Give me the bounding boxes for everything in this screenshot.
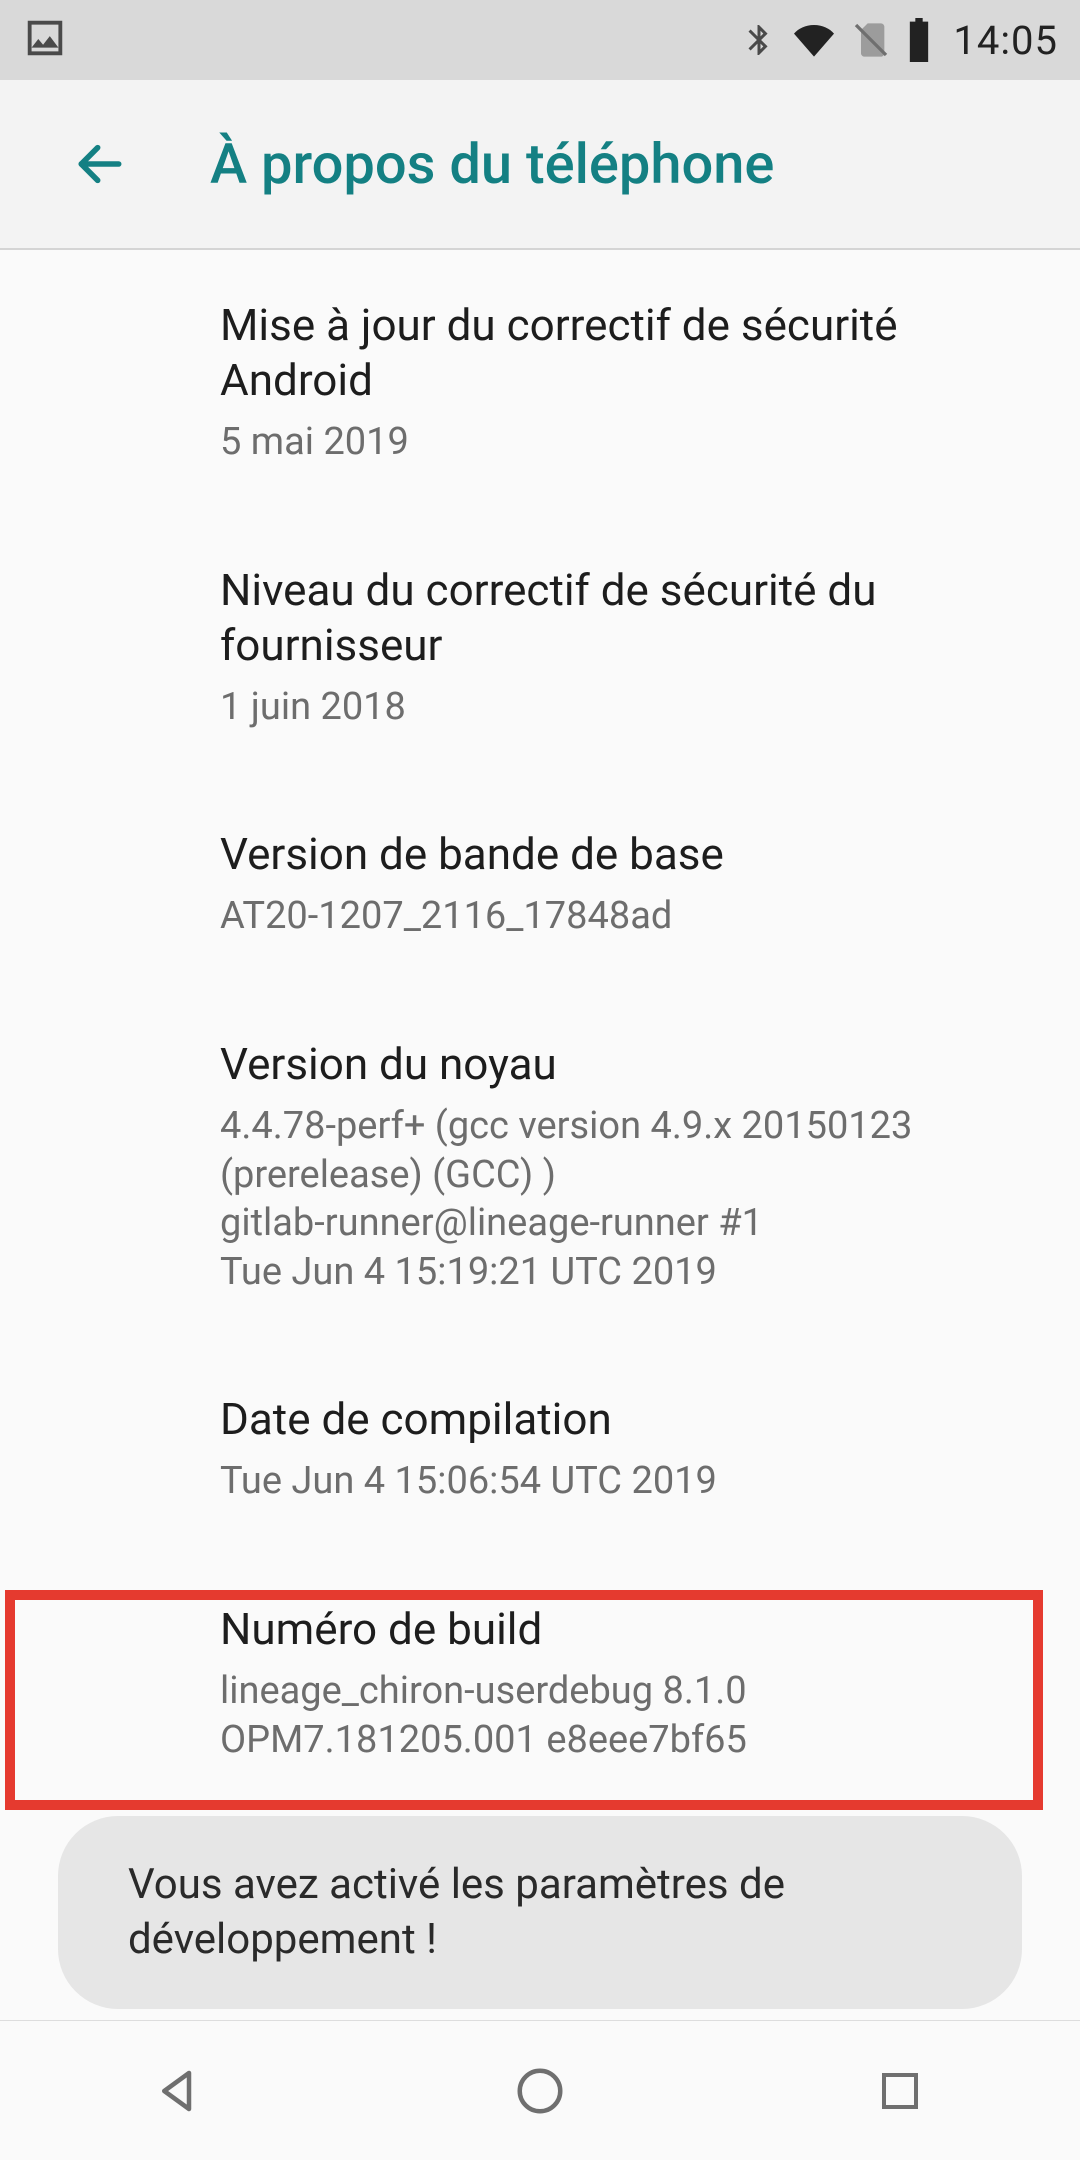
item-kernel-version[interactable]: Version du noyau 4.4.78-perf+ (gcc versi… (220, 989, 1040, 1345)
item-subtitle: Tue Jun 4 15:06:54 UTC 2019 (220, 1457, 1040, 1506)
nav-home-button[interactable] (440, 2041, 640, 2141)
item-title: Version de bande de base (220, 827, 1040, 882)
item-title: Version du noyau (220, 1037, 1040, 1092)
clock-text: 14:05 (953, 17, 1058, 64)
image-icon (22, 15, 68, 65)
bluetooth-icon (741, 19, 777, 61)
toast-message: Vous avez activé les paramètres de dével… (58, 1816, 1022, 2009)
item-title: Numéro de build (220, 1602, 1040, 1657)
item-baseband-version[interactable]: Version de bande de base AT20-1207_2116_… (220, 779, 1040, 989)
battery-icon (905, 18, 933, 62)
item-build-number[interactable]: Numéro de build lineage_chiron-userdebug… (220, 1554, 1040, 1812)
item-title: Mise à jour du correctif de sécurité And… (220, 298, 1040, 408)
item-build-date[interactable]: Date de compilation Tue Jun 4 15:06:54 U… (220, 1344, 1040, 1554)
no-sim-icon (851, 18, 891, 62)
wifi-icon (791, 20, 837, 60)
item-subtitle: 4.4.78-perf+ (gcc version 4.9.x 20150123… (220, 1102, 1040, 1297)
settings-list: Mise à jour du correctif de sécurité And… (0, 250, 1080, 2004)
item-title: Date de compilation (220, 1392, 1040, 1447)
toast-text: Vous avez activé les paramètres de dével… (128, 1860, 785, 1964)
item-subtitle: 5 mai 2019 (220, 418, 1040, 467)
back-button[interactable] (60, 124, 140, 204)
app-header: À propos du téléphone (0, 80, 1080, 250)
nav-back-button[interactable] (80, 2041, 280, 2141)
item-android-security-patch[interactable]: Mise à jour du correctif de sécurité And… (220, 250, 1040, 515)
navigation-bar (0, 2020, 1080, 2160)
nav-recent-button[interactable] (800, 2041, 1000, 2141)
item-subtitle: lineage_chiron-userdebug 8.1.0 OPM7.1812… (220, 1667, 1040, 1764)
item-subtitle: AT20-1207_2116_17848ad (220, 892, 1040, 941)
item-title: Niveau du correctif de sécurité du fourn… (220, 563, 1040, 673)
item-subtitle: 1 juin 2018 (220, 683, 1040, 732)
page-title: À propos du téléphone (210, 131, 774, 197)
item-vendor-security-patch[interactable]: Niveau du correctif de sécurité du fourn… (220, 515, 1040, 780)
status-bar: 14:05 (0, 0, 1080, 80)
